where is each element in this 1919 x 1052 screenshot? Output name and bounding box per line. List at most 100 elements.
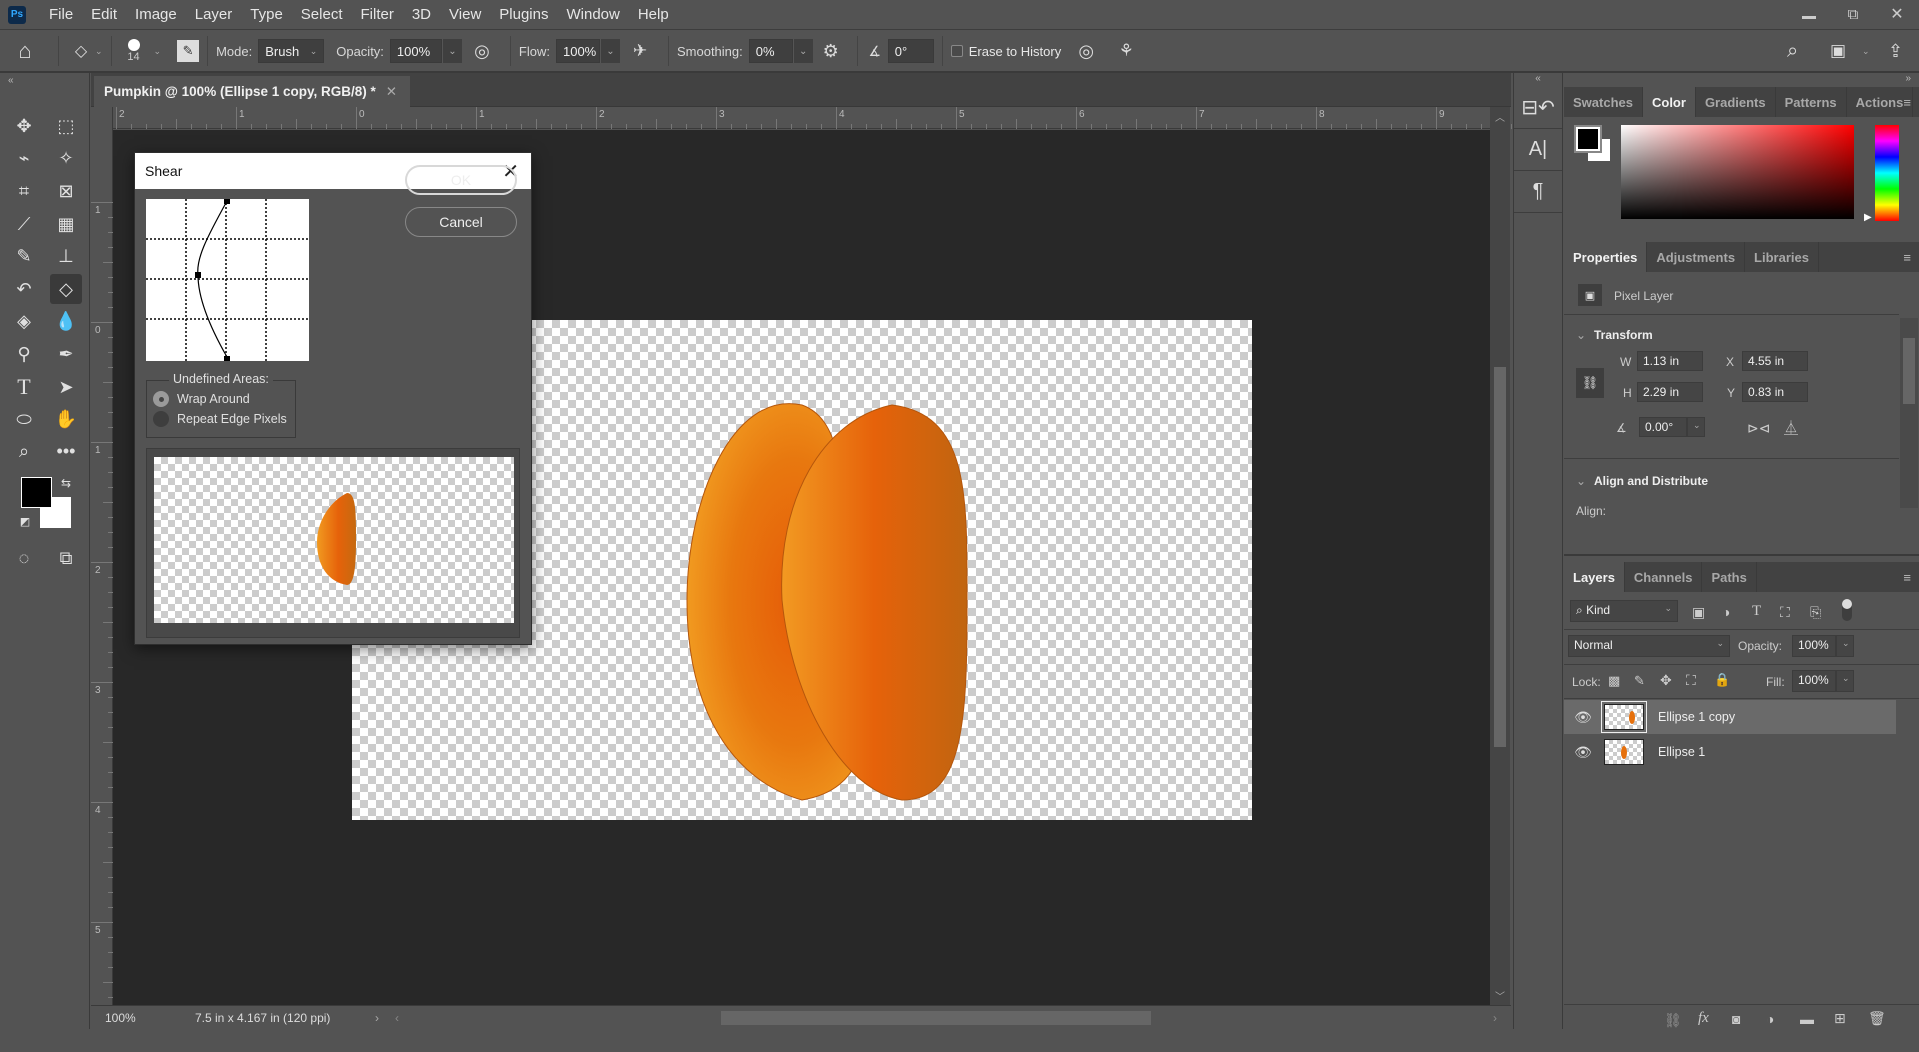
visibility-eye-icon[interactable]: 👁 xyxy=(1570,744,1596,761)
chevron-down-icon[interactable]: ⌄ xyxy=(154,46,162,57)
lock-image-pixels-icon[interactable]: ✎ xyxy=(1634,673,1645,689)
eraser-tool-preset-icon[interactable]: ◇ xyxy=(67,41,95,61)
pen-tool-icon[interactable]: ✒ xyxy=(50,339,82,369)
opacity-input[interactable]: 100% xyxy=(389,39,442,63)
smoothing-dropdown[interactable]: ⌄ xyxy=(792,39,813,63)
new-adjustment-layer-icon[interactable]: ◑ xyxy=(1766,1011,1774,1027)
lasso-tool-icon[interactable]: ⌁ xyxy=(8,143,40,173)
opacity-dropdown[interactable]: ⌄ xyxy=(441,39,462,63)
menu-plugins[interactable]: Plugins xyxy=(490,6,557,23)
tab-properties[interactable]: Properties xyxy=(1564,242,1648,272)
share-icon[interactable]: ⇪ xyxy=(1888,41,1903,62)
brush-settings-panel-icon[interactable]: ✎ xyxy=(177,40,200,62)
menu-3d[interactable]: 3D xyxy=(403,6,440,23)
lock-all-icon[interactable]: 🔒 xyxy=(1714,672,1730,688)
new-group-folder-icon[interactable]: ▬ xyxy=(1800,1011,1814,1027)
ellipse-tool-icon[interactable]: ⬭ xyxy=(8,404,40,434)
rotation-angle-dropdown[interactable]: ⌄ xyxy=(1687,417,1705,437)
clone-stamp-tool-icon[interactable]: ⊥ xyxy=(50,241,82,271)
filter-shape-icon[interactable]: ⛶ xyxy=(1780,604,1790,621)
magic-wand-tool-icon[interactable]: ✧ xyxy=(50,143,82,173)
filter-pixel-icon[interactable]: ▣ xyxy=(1692,604,1705,621)
radio-repeat-edge-pixels[interactable]: Repeat Edge Pixels xyxy=(153,411,287,427)
expand-icon[interactable]: » xyxy=(1564,73,1919,87)
delete-layer-trash-icon[interactable]: 🗑 xyxy=(1868,1010,1886,1027)
align-section-title[interactable]: Align and Distribute xyxy=(1594,474,1708,488)
tab-color[interactable]: Color xyxy=(1642,87,1696,117)
paragraph-panel-icon[interactable]: ¶ xyxy=(1514,171,1562,213)
paint-bucket-tool-icon[interactable]: ◈ xyxy=(8,306,40,336)
quick-mask-icon[interactable]: ◌ xyxy=(8,543,40,573)
tab-patterns[interactable]: Patterns xyxy=(1776,87,1847,117)
hue-slider[interactable] xyxy=(1875,125,1899,221)
vertical-scroll-thumb[interactable] xyxy=(1494,367,1506,747)
hue-slider-handle[interactable]: ▶ xyxy=(1864,212,1872,223)
flow-input[interactable]: 100% xyxy=(555,39,600,63)
zoom-tool-icon[interactable]: ⌕ xyxy=(8,436,40,466)
panel-menu-icon[interactable]: ≡ xyxy=(1903,95,1911,110)
chevron-down-icon[interactable]: ⌄ xyxy=(1576,328,1586,342)
collapse-icon[interactable]: « xyxy=(0,73,89,91)
menu-type[interactable]: Type xyxy=(241,6,292,23)
visibility-eye-icon[interactable]: 👁 xyxy=(1570,709,1596,726)
menu-window[interactable]: Window xyxy=(557,6,628,23)
curve-point-middle[interactable] xyxy=(195,272,201,278)
chevron-right-icon[interactable]: › xyxy=(1493,1011,1497,1025)
layer-opacity-dropdown[interactable]: ⌄ xyxy=(1836,635,1854,657)
properties-scrollbar[interactable] xyxy=(1900,318,1918,508)
filter-adjustment-icon[interactable]: ◑ xyxy=(1722,604,1730,620)
spot-healing-tool-icon[interactable]: ▦ xyxy=(50,209,82,239)
path-selection-tool-icon[interactable]: ➤ xyxy=(50,372,82,402)
close-button[interactable]: ✕ xyxy=(1875,0,1919,28)
layer-name[interactable]: Ellipse 1 xyxy=(1658,745,1705,759)
color-field[interactable] xyxy=(1621,125,1854,219)
scroll-up-icon[interactable]: ︿ xyxy=(1495,109,1505,124)
flip-horizontal-icon[interactable]: ⊳⊲ xyxy=(1747,420,1770,437)
tab-adjustments[interactable]: Adjustments xyxy=(1647,242,1746,272)
scroll-down-icon[interactable]: ﹀ xyxy=(1495,988,1505,1003)
lock-position-icon[interactable]: ✥ xyxy=(1660,672,1672,689)
rotation-angle-input[interactable]: 0.00° xyxy=(1639,417,1687,437)
curve-point-top[interactable] xyxy=(224,199,230,204)
move-tool-icon[interactable]: ✥ xyxy=(8,111,40,141)
blend-mode-select[interactable]: Normal ⌄ xyxy=(1568,635,1730,657)
chevron-right-icon[interactable]: › xyxy=(375,1011,379,1025)
layer-row-ellipse-1-copy[interactable]: 👁 Ellipse 1 copy xyxy=(1564,700,1896,734)
panel-menu-icon[interactable]: ≡ xyxy=(1903,570,1911,585)
brush-preset-picker[interactable]: 14 xyxy=(120,39,148,63)
menu-help[interactable]: Help xyxy=(629,6,678,23)
tab-swatches[interactable]: Swatches xyxy=(1564,87,1643,117)
airbrush-icon[interactable]: ✈ xyxy=(620,41,660,61)
link-layers-icon[interactable]: ⛓ xyxy=(1664,1012,1682,1029)
marquee-tool-icon[interactable]: ⬚ xyxy=(50,111,82,141)
brush-tool-icon[interactable]: ✎ xyxy=(8,241,40,271)
menu-edit[interactable]: Edit xyxy=(82,6,126,23)
layer-opacity-input[interactable]: 100% xyxy=(1792,635,1836,657)
layer-row-ellipse-1[interactable]: 👁 Ellipse 1 xyxy=(1564,735,1896,769)
menu-image[interactable]: Image xyxy=(126,6,186,23)
vertical-scrollbar[interactable]: ︿ ﹀ xyxy=(1490,107,1510,1005)
document-info[interactable]: 7.5 in x 4.167 in (120 ppi) xyxy=(195,1011,375,1025)
collapse-icon[interactable]: « xyxy=(1514,73,1562,87)
panel-menu-icon[interactable]: ≡ xyxy=(1903,250,1911,265)
menu-filter[interactable]: Filter xyxy=(352,6,403,23)
eraser-tool-icon[interactable]: ◇ xyxy=(50,274,82,304)
workspace-icon[interactable]: ▣ xyxy=(1830,41,1846,61)
history-brush-tool-icon[interactable]: ↶ xyxy=(8,274,40,304)
chevron-left-icon[interactable]: ‹ xyxy=(395,1011,399,1025)
layer-filter-kind-select[interactable]: ⌕ Kind ⌄ xyxy=(1570,600,1678,622)
link-dimensions-button[interactable]: ⛓ xyxy=(1576,368,1604,398)
cancel-button[interactable]: Cancel xyxy=(405,207,517,237)
chevron-down-icon[interactable]: ⌄ xyxy=(1576,474,1586,488)
type-tool-icon[interactable]: T xyxy=(8,372,40,402)
fill-dropdown[interactable]: ⌄ xyxy=(1836,670,1854,692)
pressure-size-icon[interactable]: ◎ xyxy=(1061,41,1111,62)
flip-vertical-icon[interactable]: ⏅ xyxy=(1784,418,1798,438)
minimize-button[interactable] xyxy=(1787,0,1831,28)
menu-layer[interactable]: Layer xyxy=(186,6,242,23)
add-mask-icon[interactable]: ◙ xyxy=(1732,1011,1740,1027)
properties-scroll-thumb[interactable] xyxy=(1903,338,1915,404)
swap-colors-icon[interactable]: ⇆ xyxy=(55,474,77,492)
chevron-down-icon[interactable]: ⌄ xyxy=(95,46,103,57)
chevron-down-icon[interactable]: ⌄ xyxy=(1862,46,1870,57)
